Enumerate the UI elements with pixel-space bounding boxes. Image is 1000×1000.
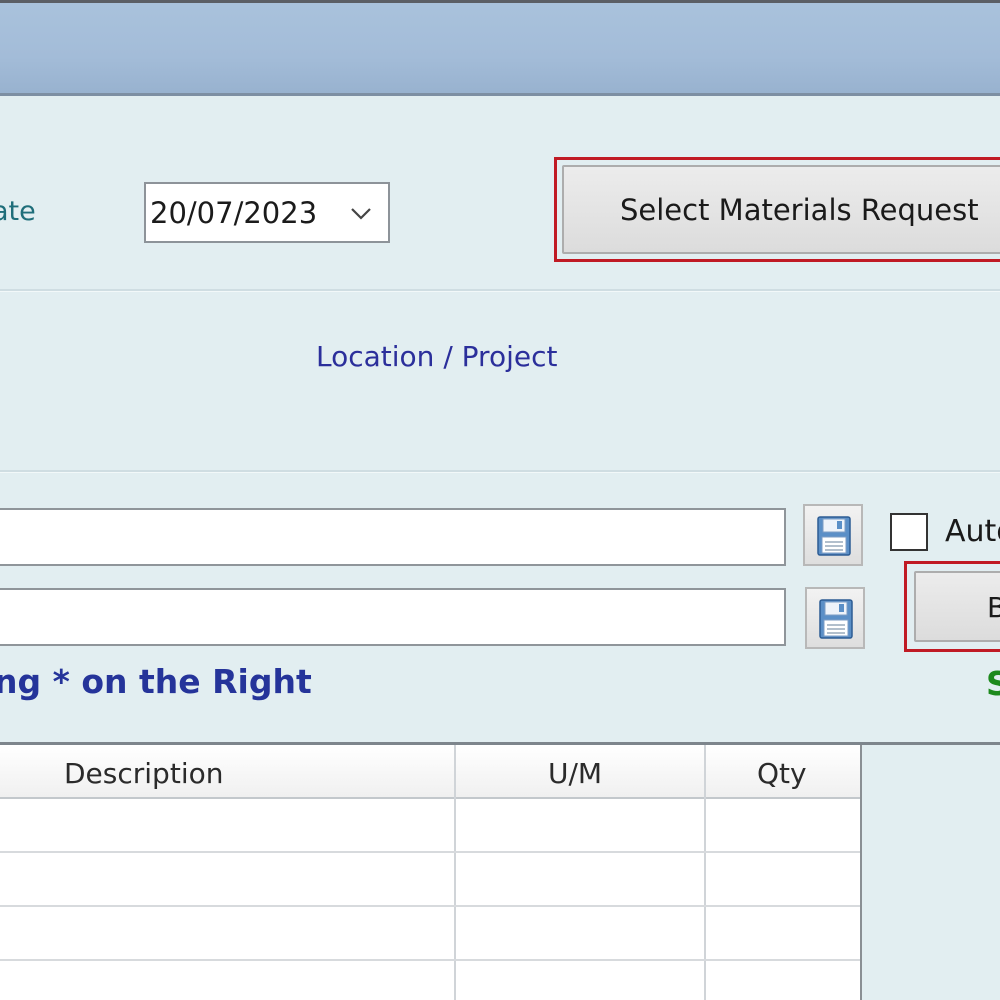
location-project-label: Location / Project	[316, 340, 558, 373]
section-divider	[0, 289, 1000, 292]
column-divider	[704, 745, 706, 1000]
table-row[interactable]	[0, 959, 860, 961]
window-title-bar[interactable]	[0, 0, 1000, 93]
floppy-disk-icon	[817, 516, 851, 556]
save-button-2[interactable]	[805, 587, 865, 649]
date-value: 20/07/2023	[150, 196, 318, 230]
table-row[interactable]	[0, 851, 860, 853]
section-divider	[0, 470, 1000, 473]
grid-header: Description U/M Qty	[0, 745, 860, 799]
select-materials-request-button[interactable]: Select Materials Request	[562, 165, 1000, 254]
status-text: S	[986, 664, 1000, 703]
text-input-1[interactable]	[0, 508, 786, 566]
title-bar-border	[0, 93, 1000, 96]
auto-label: Auto	[945, 514, 1000, 549]
auto-checkbox[interactable]	[890, 513, 928, 551]
hint-text: ng * on the Right	[0, 662, 312, 701]
column-header-qty[interactable]: Qty	[757, 757, 807, 790]
floppy-disk-icon	[819, 599, 853, 639]
text-input-2[interactable]	[0, 588, 786, 646]
column-header-description[interactable]: Description	[64, 757, 223, 790]
b-button-label: B	[987, 591, 1000, 624]
select-materials-request-label: Select Materials Request	[620, 193, 979, 227]
chevron-down-icon[interactable]	[348, 200, 374, 226]
save-button-1[interactable]	[803, 504, 863, 566]
column-divider	[454, 745, 456, 1000]
date-picker[interactable]: 20/07/2023	[144, 182, 390, 243]
date-label: ate	[0, 196, 36, 227]
column-header-um[interactable]: U/M	[548, 757, 602, 790]
materials-grid[interactable]: Description U/M Qty	[0, 745, 862, 1000]
table-row[interactable]	[0, 905, 860, 907]
b-button[interactable]: B	[914, 571, 1000, 642]
